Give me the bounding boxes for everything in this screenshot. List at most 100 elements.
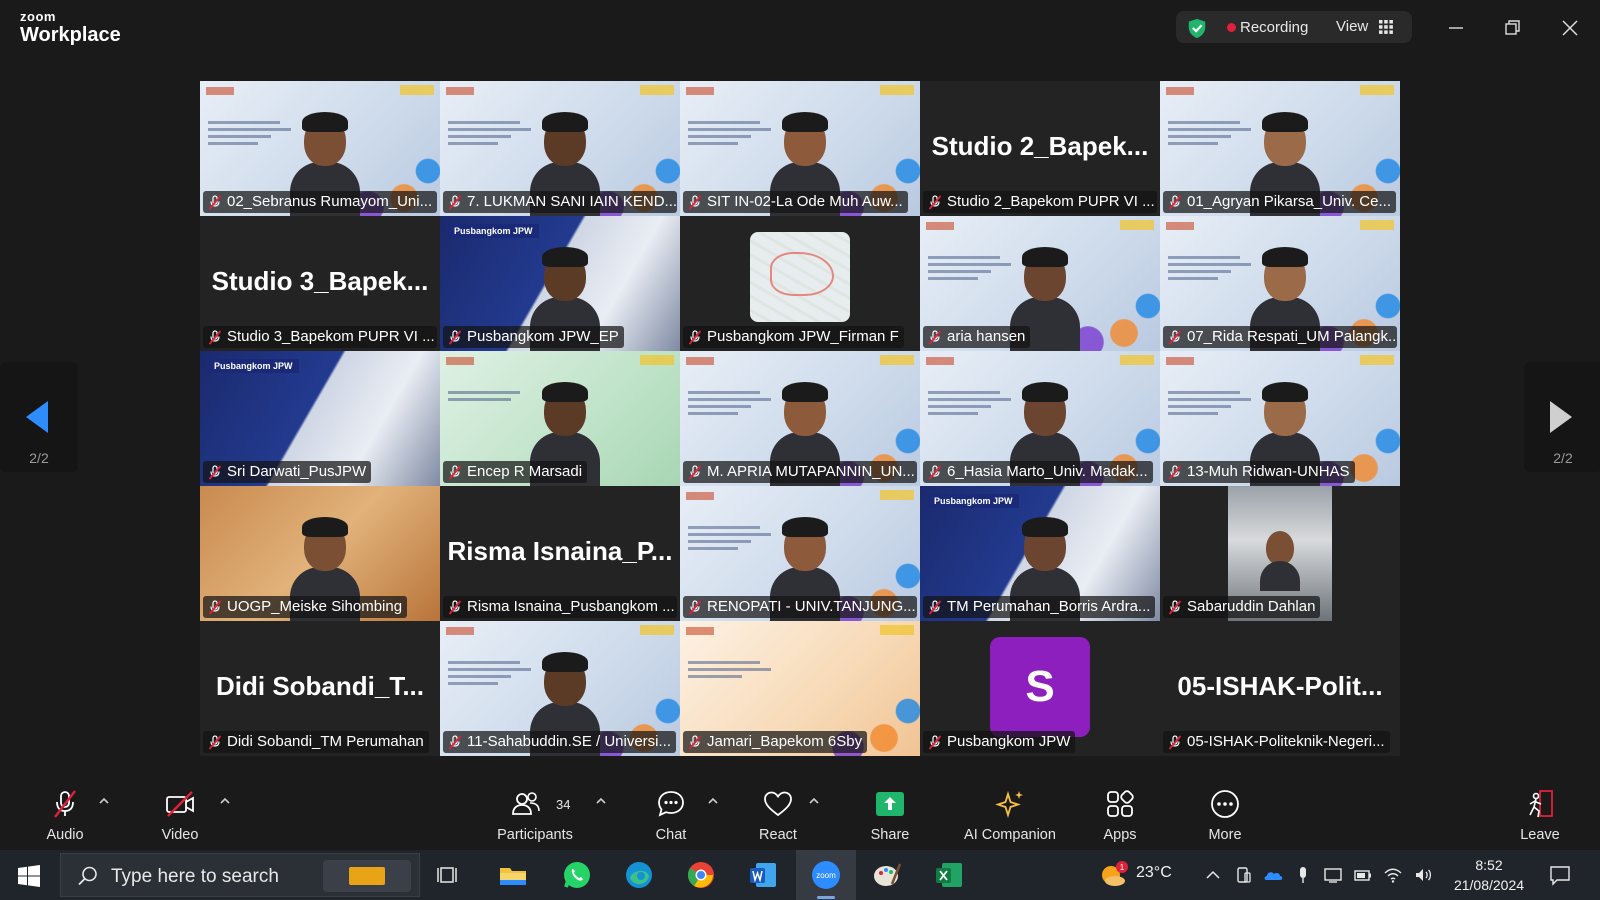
wifi-icon[interactable] — [1383, 865, 1403, 885]
share-button[interactable]: Share — [855, 778, 925, 850]
ai-companion-button[interactable]: AI Companion — [955, 778, 1065, 850]
shield-check-icon[interactable] — [1186, 17, 1208, 39]
mic-muted-icon — [1168, 600, 1182, 615]
participant-tile[interactable]: Sabaruddin Dahlan — [1160, 486, 1400, 621]
phone-link-icon[interactable] — [1233, 865, 1253, 885]
chrome-icon[interactable] — [684, 858, 718, 892]
weather-badge: 1 — [1120, 863, 1125, 872]
chat-options-caret-icon[interactable] — [706, 794, 720, 808]
display-tray-icon[interactable] — [1323, 865, 1343, 885]
participant-name: 7. LUKMAN SANI IAIN KEND... — [467, 193, 677, 210]
clock-time: 8:52 — [1475, 857, 1503, 873]
react-button[interactable]: React — [743, 778, 813, 850]
participant-tile[interactable]: RENOPATI - UNIV.TANJUNG... — [680, 486, 920, 621]
slide-text-lines — [928, 256, 1018, 284]
participant-tile[interactable]: M. APRIA MUTAPANNIN_UN... — [680, 351, 920, 486]
volume-icon[interactable] — [1413, 865, 1433, 885]
participant-tile[interactable]: Encep R Marsadi — [440, 351, 680, 486]
participant-tile[interactable]: UOGP_Meiske Sihombing — [200, 486, 440, 621]
participant-tile[interactable]: 6_Hasia Marto_Univ. Madak... — [920, 351, 1160, 486]
participant-big-name: 05-ISHAK-Polit... — [1177, 671, 1383, 701]
participant-name-label: UOGP_Meiske Sihombing — [203, 596, 408, 618]
grid-view-icon[interactable] — [1379, 20, 1393, 34]
leave-button[interactable]: Leave — [1505, 778, 1575, 850]
participant-tile[interactable]: Pusbangkom JPW TM Perumahan_Borris Ardra.… — [920, 486, 1160, 621]
minimize-icon[interactable] — [1442, 14, 1470, 42]
participant-tile[interactable]: Didi Sobandi_T... Didi Sobandi_TM Perumah… — [200, 621, 440, 756]
task-view-icon[interactable] — [432, 858, 466, 892]
audio-button[interactable]: Audio — [30, 778, 100, 850]
chat-button[interactable]: Chat — [636, 778, 706, 850]
participants-icon — [512, 792, 540, 815]
view-button[interactable]: View — [1336, 18, 1368, 35]
participant-tile[interactable]: 05-ISHAK-Polit... 05-ISHAK-Politeknik-Neg… — [1160, 621, 1400, 756]
participant-tile[interactable]: 01_Agryan Pikarsa_Univ. Ce... — [1160, 81, 1400, 216]
participant-name-label: 7. LUKMAN SANI IAIN KEND... — [443, 191, 677, 213]
participants-button[interactable]: 34 Participants — [490, 778, 580, 850]
paint-app-icon[interactable] — [870, 858, 904, 892]
participant-tile[interactable]: 11-Sahabuddin.SE / Universi... — [440, 621, 680, 756]
file-explorer-icon[interactable] — [496, 858, 530, 892]
participant-tile[interactable]: Jamari_Bapekom 6Sby — [680, 621, 920, 756]
participant-tile[interactable]: 02_Sebranus Rumayom_Uni... — [200, 81, 440, 216]
taskbar-clock[interactable]: 8:52 21/08/2024 — [1444, 855, 1534, 895]
participant-tile[interactable]: Studio 3_Bapek... Studio 3_Bapekom PUPR V… — [200, 216, 440, 351]
windows-start-icon[interactable] — [18, 865, 40, 887]
close-icon[interactable] — [1556, 14, 1584, 42]
slide-text-lines — [688, 391, 778, 419]
participants-options-caret-icon[interactable] — [594, 794, 608, 808]
onedrive-cloud-icon[interactable] — [1263, 865, 1283, 885]
participant-tile[interactable]: Studio 2_Bapek... Studio 2_Bapekom PUPR V… — [920, 81, 1160, 216]
participant-name-label: Studio 2_Bapekom PUPR VI ... — [923, 191, 1157, 213]
slide-text-lines — [1168, 256, 1258, 284]
notifications-icon[interactable] — [1548, 863, 1572, 887]
participant-name-label: 02_Sebranus Rumayom_Uni... — [203, 191, 437, 213]
mic-muted-icon — [208, 735, 222, 750]
participant-tile[interactable]: S Pusbangkom JPW — [920, 621, 1160, 756]
participant-tile[interactable]: 07_Rida Respati_UM Palangk... — [1160, 216, 1400, 351]
zoom-app-icon[interactable]: zoom — [809, 858, 843, 892]
excel-icon[interactable] — [932, 858, 966, 892]
participant-name: M. APRIA MUTAPANNIN_UN... — [707, 463, 915, 480]
participant-tile[interactable]: SIT IN-02-La Ode Muh Auw... — [680, 81, 920, 216]
next-page-button[interactable]: 2/2 — [1524, 362, 1600, 472]
slide-text-lines — [1168, 391, 1258, 419]
recording-label[interactable]: Recording — [1240, 19, 1308, 36]
participant-tile[interactable]: Pusbangkom JPW Sri Darwati_PusJPW — [200, 351, 440, 486]
virtual-background-banner: Pusbangkom JPW — [208, 359, 299, 373]
mic-muted-icon — [928, 600, 942, 615]
temperature-label[interactable]: 23°C — [1136, 864, 1172, 882]
mic-muted-icon — [208, 600, 222, 615]
microphone-tray-icon[interactable] — [1293, 865, 1313, 885]
whatsapp-icon[interactable] — [560, 858, 594, 892]
participant-name: Pusbangkom JPW_EP — [467, 328, 619, 345]
participant-tile[interactable]: Risma Isnaina_P... Risma Isnaina_Pusbangk… — [440, 486, 680, 621]
participant-tile[interactable]: 13-Muh Ridwan-UNHAS — [1160, 351, 1400, 486]
participant-name: Sabaruddin Dahlan — [1187, 598, 1316, 615]
participant-name-label: 01_Agryan Pikarsa_Univ. Ce... — [1163, 191, 1396, 213]
previous-page-button[interactable]: 2/2 — [0, 362, 78, 472]
chevron-up-icon[interactable] — [1203, 865, 1223, 885]
participant-name-label: RENOPATI - UNIV.TANJUNG... — [683, 596, 917, 618]
react-options-caret-icon[interactable] — [807, 794, 821, 808]
page-indicator-right: 2/2 — [1553, 450, 1573, 466]
participant-tile[interactable]: Pusbangkom JPW_Firman F — [680, 216, 920, 351]
audio-options-caret-icon[interactable] — [97, 794, 111, 808]
participant-tile[interactable]: 7. LUKMAN SANI IAIN KEND... — [440, 81, 680, 216]
apps-button[interactable]: Apps — [1085, 778, 1155, 850]
restore-icon[interactable] — [1498, 14, 1526, 42]
word-icon[interactable] — [746, 858, 780, 892]
video-options-caret-icon[interactable] — [218, 794, 232, 808]
participant-tile[interactable]: aria hansen — [920, 216, 1160, 351]
battery-icon[interactable] — [1353, 865, 1373, 885]
participant-name-label: Jamari_Bapekom 6Sby — [683, 731, 868, 753]
mic-muted-icon — [208, 465, 222, 480]
participant-tile[interactable]: Pusbangkom JPW Pusbangkom JPW_EP — [440, 216, 680, 351]
mic-muted-icon — [688, 465, 702, 480]
weather-icon[interactable]: 1 — [1098, 860, 1128, 888]
taskbar-search-box[interactable]: Type here to search — [60, 853, 420, 897]
video-button[interactable]: Video — [145, 778, 215, 850]
more-button[interactable]: More — [1190, 778, 1260, 850]
edge-browser-icon[interactable] — [622, 858, 656, 892]
arrow-right-icon — [1550, 401, 1572, 433]
